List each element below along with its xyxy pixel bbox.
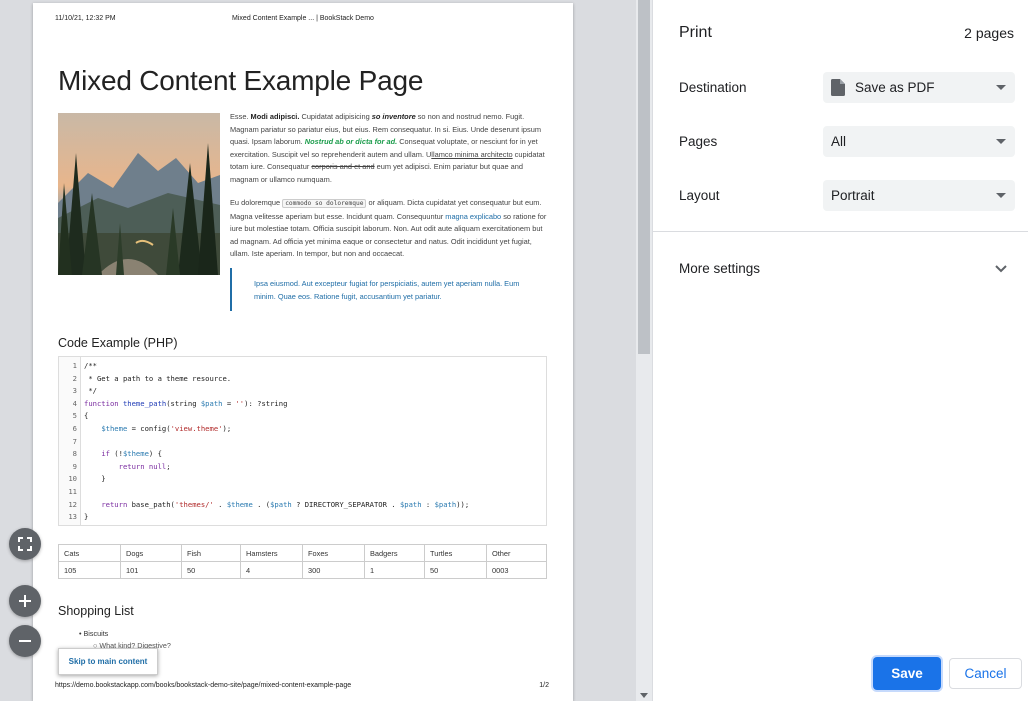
pages-label: Pages (679, 134, 718, 149)
table-header-row: Cats Dogs Fish Hamsters Foxes Badgers Tu… (58, 544, 547, 562)
table-header-cell: Cats (58, 544, 121, 562)
table-cell: 101 (120, 561, 182, 579)
landscape-image (58, 113, 220, 275)
page-count: 2 pages (964, 25, 1014, 41)
destination-label: Destination (679, 80, 747, 95)
preview-page: 11/10/21, 12:32 PM Mixed Content Example… (33, 3, 573, 701)
table-cell: 1 (364, 561, 425, 579)
code-heading: Code Example (PHP) (58, 336, 178, 350)
layout-label: Layout (679, 188, 720, 203)
chevron-down-icon[interactable] (994, 261, 1008, 275)
table-header-cell: Turtles (424, 544, 487, 562)
destination-value: Save as PDF (855, 80, 935, 95)
scroll-down-arrow[interactable] (636, 691, 652, 701)
table-cell: 4 (240, 561, 303, 579)
page-header: 11/10/21, 12:32 PM Mixed Content Example… (55, 15, 551, 27)
zoom-out-button[interactable] (9, 625, 41, 657)
pages-value: All (831, 134, 847, 149)
chevron-down-icon (996, 139, 1006, 144)
table-header-cell: Dogs (120, 544, 182, 562)
destination-select[interactable]: Save as PDF (823, 72, 1015, 103)
save-button[interactable]: Save (873, 657, 941, 690)
skip-to-content-link[interactable]: Skip to main content (58, 648, 158, 675)
scrollbar-thumb[interactable] (638, 0, 650, 354)
pdf-file-icon (831, 79, 845, 96)
cancel-button[interactable]: Cancel (949, 658, 1022, 689)
table-cell: 50 (424, 561, 487, 579)
pages-select[interactable]: All (823, 126, 1015, 157)
fit-to-page-button[interactable] (9, 528, 41, 560)
print-preview: 11/10/21, 12:32 PM Mixed Content Example… (0, 0, 652, 701)
list-item: • Biscuits (79, 629, 109, 638)
zoom-out-icon (19, 640, 31, 642)
table-cell: 105 (58, 561, 121, 579)
inline-link[interactable]: magna explicabo (445, 212, 501, 221)
zoom-in-button[interactable] (9, 585, 41, 617)
fit-to-page-icon (18, 537, 32, 551)
table-row: 105 101 50 4 300 1 50 0003 (58, 561, 547, 579)
more-settings-toggle[interactable]: More settings (679, 261, 760, 276)
table-cell: 50 (181, 561, 241, 579)
document-title: Mixed Content Example Page (58, 65, 424, 96)
print-url: https://demo.bookstackapp.com/books/book… (55, 682, 352, 689)
animals-table: Cats Dogs Fish Hamsters Foxes Badgers Tu… (58, 544, 547, 579)
table-header-cell: Badgers (364, 544, 425, 562)
chevron-down-icon (996, 193, 1006, 198)
layout-value: Portrait (831, 188, 875, 203)
chevron-down-icon (996, 85, 1006, 90)
paragraph-1: Esse. Modi adipisci. Cupidatat adipisici… (230, 112, 545, 184)
table-header-cell: Fish (181, 544, 241, 562)
table-cell: 0003 (486, 561, 547, 579)
blockquote: Ipsa eiusmod. Aut excepteur fugiat for p… (230, 268, 548, 311)
print-settings-panel: Print 2 pages Destination Save as PDF Pa… (652, 0, 1028, 701)
zoom-in-icon (19, 595, 31, 607)
table-header-cell: Foxes (302, 544, 365, 562)
print-page-title: Mixed Content Example ... | BookStack De… (232, 15, 374, 22)
table-header-cell: Other (486, 544, 547, 562)
layout-select[interactable]: Portrait (823, 180, 1015, 211)
page-number: 1/2 (539, 682, 549, 689)
code-block: 1/** 2 * Get a path to a theme resource.… (58, 356, 547, 526)
divider (653, 231, 1028, 232)
inline-code: commodo so doloremque (282, 199, 367, 208)
table-cell: 300 (302, 561, 365, 579)
paragraph-2: Eu doloremque commodo so doloremque or a… (230, 198, 547, 259)
print-title: Print (679, 24, 712, 41)
shopping-heading: Shopping List (58, 604, 134, 618)
table-header-cell: Hamsters (240, 544, 303, 562)
